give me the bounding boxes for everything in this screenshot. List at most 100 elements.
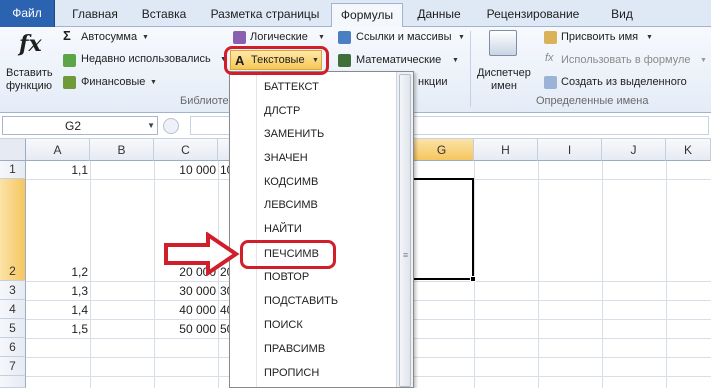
tab-file[interactable]: Файл	[0, 0, 55, 27]
menu-item-poisk[interactable]: ПОИСК	[264, 319, 303, 331]
name-box-dropdown-icon[interactable]: ▼	[147, 121, 155, 130]
column-header-c[interactable]: C	[154, 139, 218, 161]
logical-dropdown-icon[interactable]: ▼	[318, 34, 325, 41]
cell-a2[interactable]: 1,2	[26, 265, 88, 279]
create-from-selection-icon	[544, 76, 557, 89]
cell-a5[interactable]: 1,5	[26, 322, 88, 336]
name-box-value: G2	[64, 119, 81, 133]
text-functions-menu: БАТТЕКСТ ДЛСТР ЗАМЕНИТЬ ЗНАЧЕН КОДСИМВ Л…	[229, 71, 414, 388]
sigma-icon: Σ	[63, 28, 71, 43]
group-separator	[470, 31, 471, 107]
gridline	[602, 161, 603, 388]
gridline	[90, 161, 91, 388]
row-header-1[interactable]: 1	[0, 161, 26, 179]
gridline	[666, 161, 667, 388]
financial-button[interactable]: Финансовые	[81, 76, 145, 88]
menu-item-pravsimv[interactable]: ПРАВСИМВ	[264, 343, 325, 355]
cell-c1[interactable]: 10 000	[154, 163, 216, 177]
menu-scrollbar[interactable]: ≡	[396, 72, 413, 387]
assign-name-icon	[544, 31, 557, 44]
financial-dropdown-icon[interactable]: ▼	[150, 79, 157, 86]
financial-icon	[63, 76, 76, 89]
insert-function-button[interactable]: fx Вставить функцию	[2, 29, 58, 92]
menu-item-podstavit[interactable]: ПОДСТАВИТЬ	[264, 295, 338, 307]
row-header-5[interactable]: 5	[0, 319, 26, 338]
logical-button[interactable]: Логические	[250, 31, 308, 43]
lookup-button[interactable]: Ссылки и массивы	[356, 31, 452, 43]
use-in-formula-button[interactable]: Использовать в формуле	[561, 54, 691, 66]
tab-formulas[interactable]: Формулы	[331, 3, 403, 28]
cell-a4[interactable]: 1,4	[26, 303, 88, 317]
insert-function-label-1: Вставить	[6, 67, 53, 79]
use-in-formula-dropdown-icon[interactable]: ▼	[700, 57, 707, 64]
assign-name-dropdown-icon[interactable]: ▼	[646, 34, 653, 41]
column-header-k[interactable]: K	[666, 139, 711, 161]
column-header-a[interactable]: A	[26, 139, 90, 161]
scroll-thumb[interactable]: ≡	[399, 74, 411, 387]
active-cell-g2[interactable]	[409, 178, 474, 280]
menu-item-dlstr[interactable]: ДЛСТР	[264, 105, 300, 117]
row-header-2[interactable]: 2	[0, 179, 26, 281]
tab-review[interactable]: Рецензирование	[477, 3, 589, 27]
column-header-b[interactable]: B	[90, 139, 154, 161]
highlight-ring-pechsimv	[240, 240, 336, 269]
column-header-g[interactable]: G	[410, 139, 474, 161]
tab-home[interactable]: Главная	[63, 3, 127, 27]
cell-c5[interactable]: 50 000	[154, 322, 216, 336]
menu-item-propisn[interactable]: ПРОПИСН	[264, 367, 319, 379]
menu-item-nayti[interactable]: НАЙТИ	[264, 223, 302, 235]
name-manager-icon	[489, 30, 517, 56]
column-header-j[interactable]: J	[602, 139, 666, 161]
logical-icon	[233, 31, 246, 44]
fill-handle[interactable]	[470, 276, 476, 282]
row-header-8[interactable]	[0, 376, 26, 388]
row-header-4[interactable]: 4	[0, 300, 26, 319]
cell-a1[interactable]: 1,1	[26, 163, 88, 177]
highlight-ring-text-button	[224, 46, 329, 75]
column-header-i[interactable]: I	[538, 139, 602, 161]
name-manager-label-2: имен	[491, 80, 517, 92]
red-arrow-icon	[164, 232, 240, 276]
tab-data[interactable]: Данные	[409, 3, 469, 27]
name-box[interactable]: G2 ▼	[2, 116, 158, 135]
lookup-icon	[338, 31, 351, 44]
create-from-selection-button[interactable]: Создать из выделенного	[561, 76, 687, 88]
formula-bar-grip-icon[interactable]	[163, 118, 179, 134]
menu-item-povtor[interactable]: ПОВТОР	[264, 271, 309, 283]
more-functions-label[interactable]: нкции	[418, 76, 447, 88]
row-header-3[interactable]: 3	[0, 281, 26, 300]
tab-insert[interactable]: Вставка	[134, 3, 194, 27]
grip-icon: ≡	[402, 250, 409, 260]
cell-c3[interactable]: 30 000	[154, 284, 216, 298]
function-library-label: Библиоте	[180, 95, 229, 107]
row-header-6[interactable]: 6	[0, 338, 26, 357]
name-manager-button[interactable]: Диспетчер имен	[474, 29, 532, 92]
lookup-dropdown-icon[interactable]: ▼	[458, 34, 465, 41]
menu-item-znachen[interactable]: ЗНАЧЕН	[264, 152, 308, 164]
recent-functions-button[interactable]: Недавно использовались	[81, 53, 211, 65]
recent-functions-icon	[63, 54, 76, 67]
menu-item-levsimv[interactable]: ЛЕВСИМВ	[264, 199, 318, 211]
gridline	[474, 161, 475, 388]
menu-item-zamenit[interactable]: ЗАМЕНИТЬ	[264, 128, 324, 140]
column-header-h[interactable]: H	[474, 139, 538, 161]
menu-item-kodsimv[interactable]: КОДСИМВ	[264, 176, 318, 188]
cell-c4[interactable]: 40 000	[154, 303, 216, 317]
tab-view[interactable]: Вид	[598, 3, 646, 27]
assign-name-button[interactable]: Присвоить имя	[561, 31, 638, 43]
formula-icon: fx	[545, 52, 554, 64]
tab-page-layout[interactable]: Разметка страницы	[202, 3, 328, 27]
math-dropdown-icon[interactable]: ▼	[452, 57, 459, 64]
cell-a3[interactable]: 1,3	[26, 284, 88, 298]
fx-icon: fx	[19, 31, 42, 57]
math-icon	[338, 54, 351, 67]
ribbon-tab-bar: Файл Главная Вставка Разметка страницы Ф…	[0, 0, 711, 28]
math-button[interactable]: Математические	[356, 54, 441, 66]
menu-gutter	[230, 72, 257, 387]
menu-item-battext[interactable]: БАТТЕКСТ	[264, 81, 319, 93]
row-header-7[interactable]: 7	[0, 357, 26, 376]
select-all-corner[interactable]	[0, 139, 26, 161]
autosum-dropdown-icon[interactable]: ▼	[142, 34, 149, 41]
autosum-button[interactable]: Автосумма	[81, 31, 137, 43]
defined-names-label: Определенные имена	[536, 95, 649, 107]
